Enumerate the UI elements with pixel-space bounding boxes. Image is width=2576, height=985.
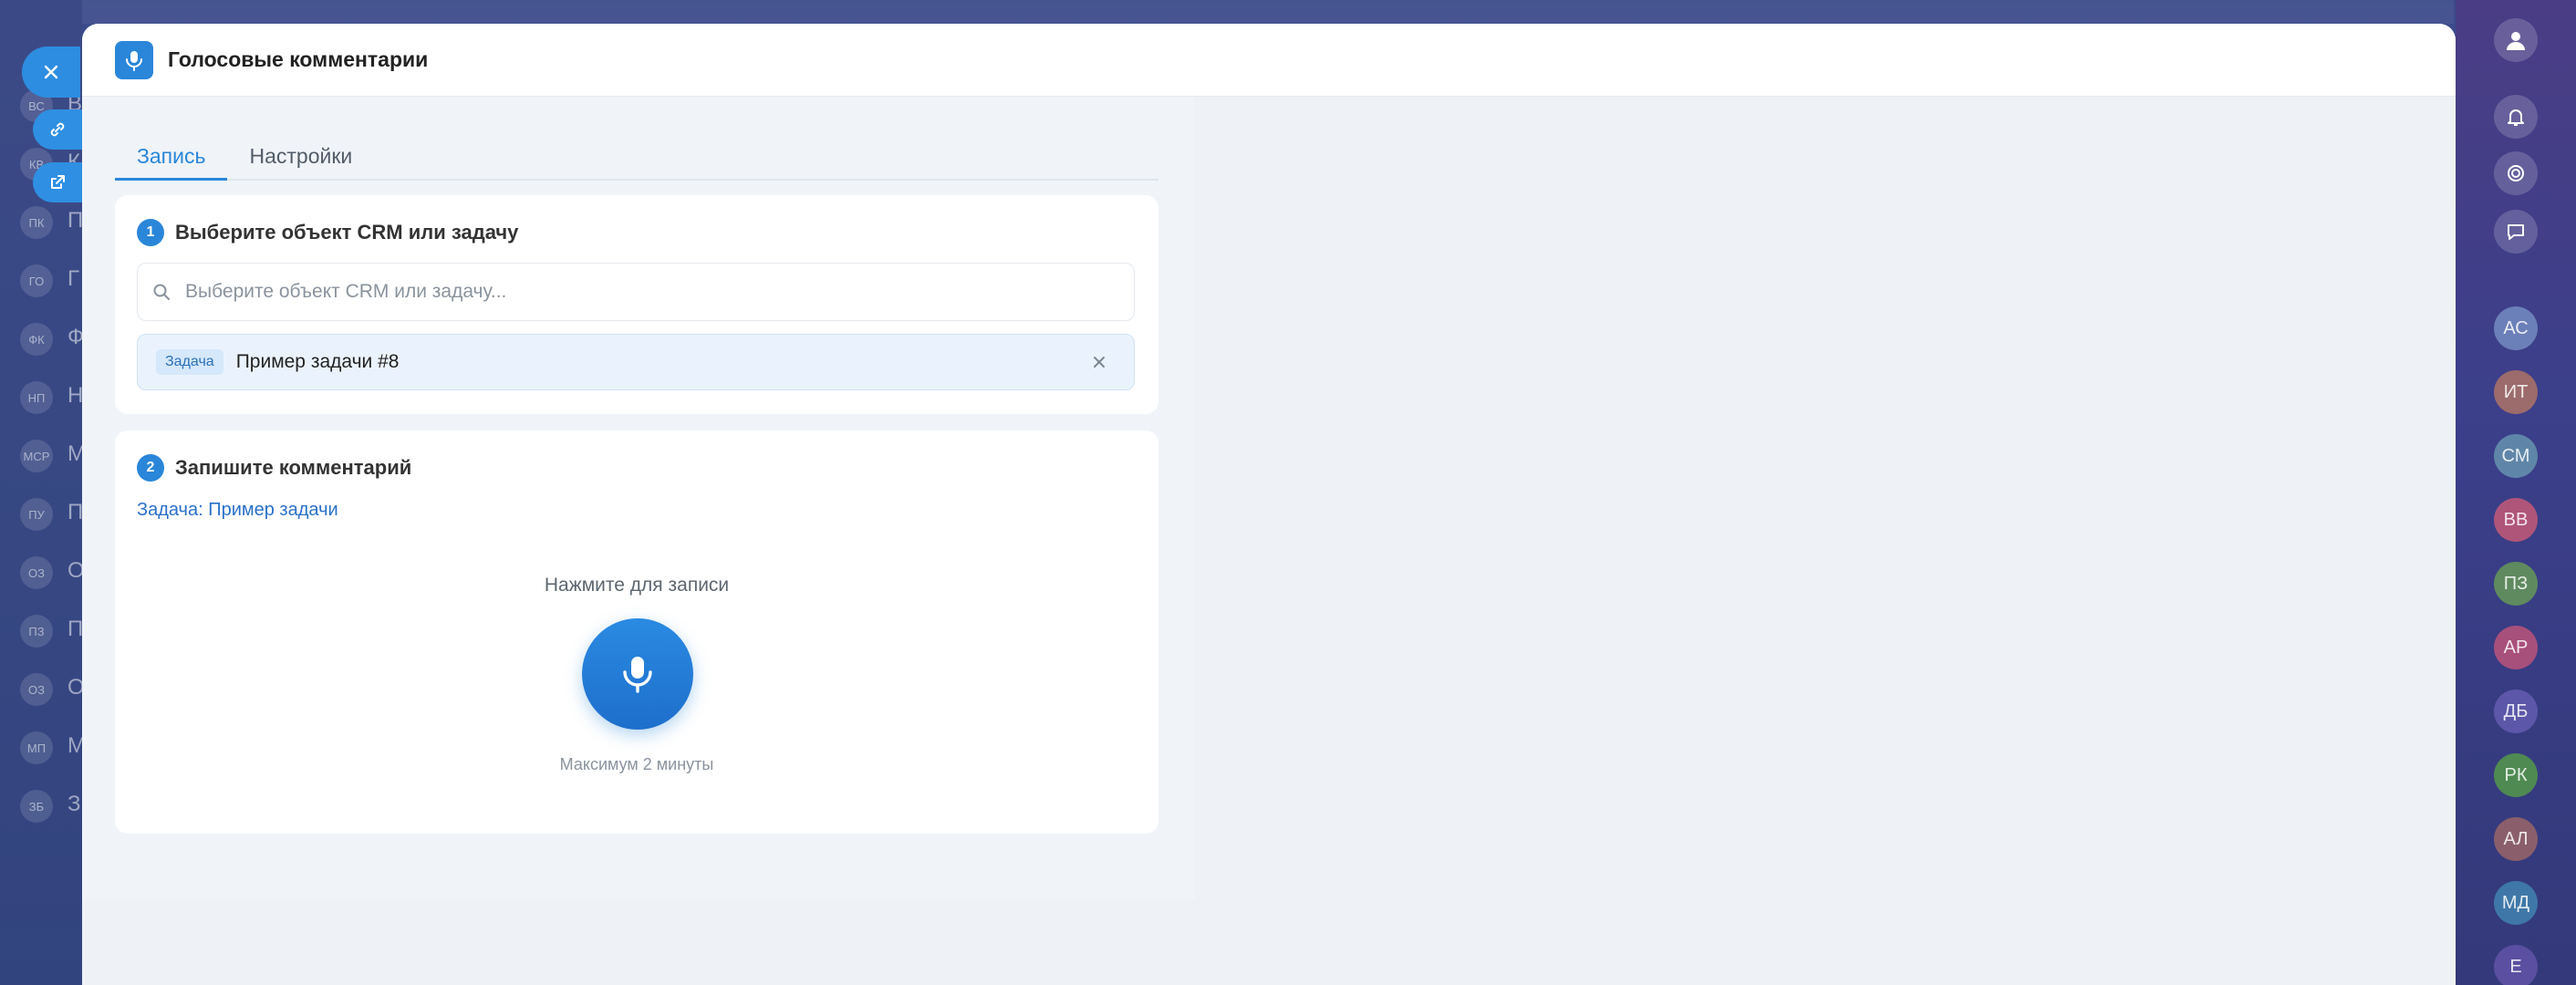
step1-card: 1 Выберите объект CRM или задачу Задача …	[115, 195, 1158, 414]
background-sidebar-avatar: ОЗ	[20, 556, 53, 589]
search-button[interactable]	[2494, 151, 2538, 195]
close-icon	[44, 65, 58, 79]
background-sidebar-avatar: ЗБ	[20, 790, 53, 823]
record-button[interactable]	[582, 618, 693, 730]
step2-title: Запишите комментарий	[175, 456, 412, 479]
close-slider-button[interactable]	[22, 47, 80, 98]
close-icon	[1094, 357, 1105, 368]
notifications-button[interactable]	[2494, 95, 2538, 139]
tab-settings[interactable]: Настройки	[227, 142, 374, 181]
chat-icon	[2508, 224, 2524, 240]
background-sidebar-avatar: ОЗ	[20, 673, 53, 706]
modal-header: Голосовые комментарии	[82, 24, 2456, 97]
rail-contact-avatar[interactable]: АС	[2494, 306, 2538, 350]
rail-contact-avatar[interactable]: Е	[2494, 945, 2538, 985]
step1-header: 1 Выберите объект CRM или задачу	[137, 219, 518, 246]
background-sidebar-avatar: МП	[20, 731, 53, 764]
rail-contact-avatar[interactable]: СМ	[2494, 434, 2538, 478]
background-sidebar-avatar: ПК	[20, 206, 53, 239]
rail-contact-avatar[interactable]: МД	[2494, 881, 2538, 925]
target-task-link[interactable]: Задача: Пример задачи	[137, 500, 338, 521]
background-top-bar	[82, 0, 2454, 24]
microphone-icon	[115, 40, 153, 79]
tab-record[interactable]: Запись	[115, 142, 228, 181]
background-sidebar-avatar: НП	[20, 381, 53, 414]
record-max-duration: Максимум 2 минуты	[559, 755, 714, 773]
rail-contact-avatar[interactable]: ИТ	[2494, 370, 2538, 414]
rail-contact-avatar[interactable]: РК	[2494, 753, 2538, 797]
selected-crm-item: Задача Пример задачи #8	[137, 334, 1135, 390]
background-sidebar-label: П	[68, 617, 84, 641]
user-avatar[interactable]	[2494, 18, 2538, 62]
rail-contact-avatar[interactable]: ПЗ	[2494, 562, 2538, 606]
background-sidebar-avatar: ФК	[20, 323, 53, 356]
search-icon	[153, 284, 170, 300]
background-sidebar-avatar: ПЗ	[20, 615, 53, 648]
step1-number: 1	[137, 219, 164, 246]
rail-contact-avatar[interactable]: ДБ	[2494, 690, 2538, 733]
crm-search-input[interactable]	[185, 281, 1097, 303]
modal-title: Голосовые комментарии	[168, 47, 429, 71]
step1-title: Выберите объект CRM или задачу	[175, 221, 519, 244]
record-hint: Нажмите для записи	[544, 575, 730, 596]
voice-comments-modal: Голосовые комментарии Запись Настройки 1…	[82, 24, 2456, 985]
modal-body: Запись Настройки 1 Выберите объект CRM и…	[82, 97, 1195, 899]
right-rail: АС ИТ СМ ВВ ПЗ АР ДБ РК АЛ МД Е	[2456, 0, 2576, 985]
background-sidebar-avatar: ГО	[20, 264, 53, 297]
remove-selection-button[interactable]	[1088, 351, 1110, 373]
crm-search-box[interactable]	[137, 263, 1135, 321]
microphone-icon	[623, 657, 652, 693]
background-sidebar-label: П	[68, 500, 84, 524]
bell-icon	[2508, 109, 2524, 126]
step2-card: 2 Запишите комментарий Задача: Пример за…	[115, 430, 1158, 834]
open-new-window-button[interactable]	[33, 162, 82, 202]
rail-contact-avatar[interactable]: АЛ	[2494, 817, 2538, 861]
link-icon	[50, 122, 65, 137]
chat-button[interactable]	[2494, 210, 2538, 254]
background-sidebar-label: Н	[68, 383, 84, 408]
tabs: Запись Настройки	[115, 142, 1158, 181]
selected-item-title: Пример задачи #8	[235, 351, 400, 372]
spiral-icon	[2508, 165, 2524, 181]
rail-contact-avatar[interactable]: АР	[2494, 626, 2538, 669]
step2-header: 2 Запишите комментарий	[137, 454, 411, 482]
background-sidebar-label: З	[68, 792, 81, 816]
background-sidebar-label: П	[68, 208, 84, 233]
user-icon	[2507, 32, 2525, 50]
background-sidebar-avatar: МСР	[20, 440, 53, 472]
step2-number: 2	[137, 454, 164, 482]
copy-link-button[interactable]	[33, 109, 82, 150]
item-type-badge: Задача	[156, 349, 223, 375]
rail-contact-avatar[interactable]: ВВ	[2494, 498, 2538, 542]
external-link-icon	[51, 175, 65, 189]
background-sidebar-label: Г	[68, 266, 79, 291]
background-sidebar-avatar: ПУ	[20, 498, 53, 531]
